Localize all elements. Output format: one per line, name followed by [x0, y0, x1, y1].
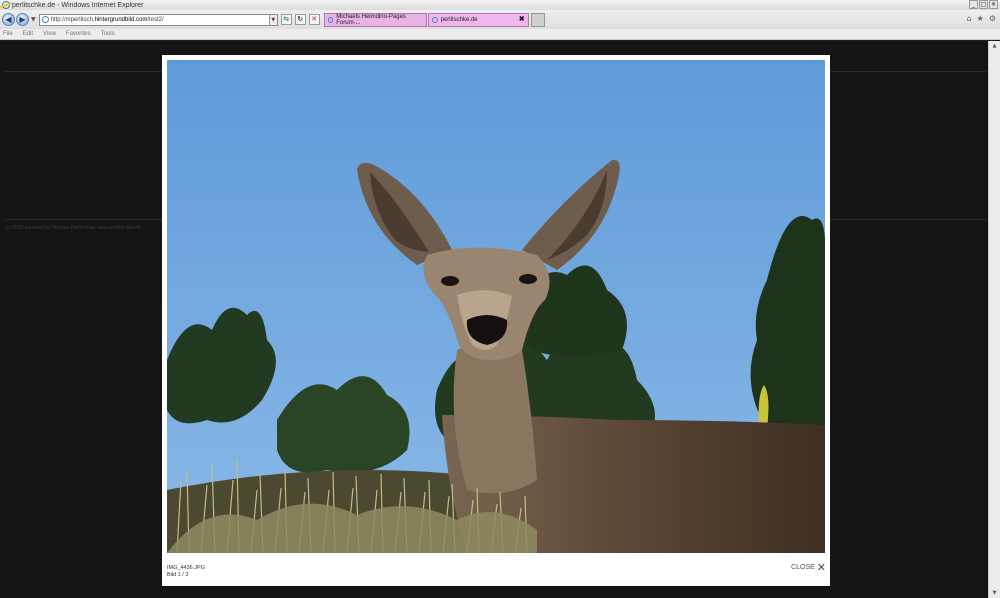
- tab-page-icon: [327, 16, 334, 23]
- maximize-button[interactable]: □: [979, 0, 988, 9]
- toolbar-right: ⌂ ★ ⚙: [967, 14, 996, 23]
- close-label: CLOSE: [791, 563, 815, 571]
- refresh-button[interactable]: ↻: [294, 14, 306, 25]
- tab-perlitschke[interactable]: perlitschke.de ✖: [427, 12, 529, 27]
- favorites-icon[interactable]: ★: [977, 14, 984, 23]
- image-counter: Bild 1 / 3: [167, 572, 189, 578]
- lightbox: IMG_4436.JPG Bild 1 / 3 CLOSE ✕: [162, 55, 830, 586]
- lightbox-close-button[interactable]: CLOSE ✕: [791, 560, 826, 574]
- lightbox-image[interactable]: [167, 60, 825, 553]
- window-controls: _ □ ✕: [969, 0, 998, 9]
- menu-tools[interactable]: Tools: [101, 31, 115, 37]
- window-titlebar: perlitschke.de - Windows Internet Explor…: [0, 0, 1000, 10]
- close-window-button[interactable]: ✕: [989, 0, 998, 9]
- scroll-down-icon[interactable]: ▼: [989, 588, 1000, 598]
- menu-bar: File Edit View Favorites Tools: [0, 29, 1000, 40]
- deer-photo: [167, 60, 825, 553]
- page-icon: [41, 16, 49, 23]
- history-dropdown-icon[interactable]: ▼: [31, 16, 36, 23]
- image-filename: IMG_4436.JPG: [167, 565, 205, 571]
- menu-edit[interactable]: Edit: [23, 31, 33, 37]
- url-suffix: /test2/: [147, 16, 164, 23]
- window-title: perlitschke.de - Windows Internet Explor…: [12, 1, 144, 9]
- tools-icon[interactable]: ⚙: [989, 14, 996, 23]
- address-dropdown-icon[interactable]: ▼: [268, 14, 277, 25]
- url-host: hintergrundbild.com: [94, 16, 148, 23]
- minimize-button[interactable]: _: [969, 0, 978, 9]
- stop-button[interactable]: ✕: [308, 14, 320, 25]
- tab-label: perlitschke.de: [440, 16, 478, 23]
- tab-label: Michaels Heimdino-Pages Forum-...: [336, 13, 406, 26]
- back-button[interactable]: ◀: [2, 13, 15, 26]
- new-tab-button[interactable]: [530, 12, 545, 27]
- forward-button[interactable]: ▶: [16, 13, 29, 26]
- tab-close-icon[interactable]: ✖: [519, 15, 525, 23]
- ie-logo-icon: [2, 1, 10, 9]
- navigation-bar: ◀ ▶ ▼ http://mperlitsch. hintergrundbild.…: [0, 10, 1000, 29]
- scroll-up-icon[interactable]: ▲: [989, 41, 1000, 51]
- url-prefix: http://mperlitsch.: [50, 16, 95, 23]
- menu-favorites[interactable]: Favorites: [66, 31, 91, 37]
- menu-view[interactable]: View: [43, 31, 56, 37]
- tab-page-icon: [431, 16, 438, 23]
- compatibility-view-button[interactable]: ⇆: [280, 14, 292, 25]
- vertical-scrollbar[interactable]: ▲ ▼: [988, 41, 1000, 598]
- home-icon[interactable]: ⌂: [967, 14, 972, 23]
- menu-file[interactable]: File: [3, 31, 13, 37]
- close-icon: ✕: [816, 560, 826, 574]
- address-bar[interactable]: http://mperlitsch. hintergrundbild.com/te…: [38, 13, 278, 26]
- tab-michaels-forum[interactable]: Michaels Heimdino-Pages Forum-...: [323, 12, 427, 27]
